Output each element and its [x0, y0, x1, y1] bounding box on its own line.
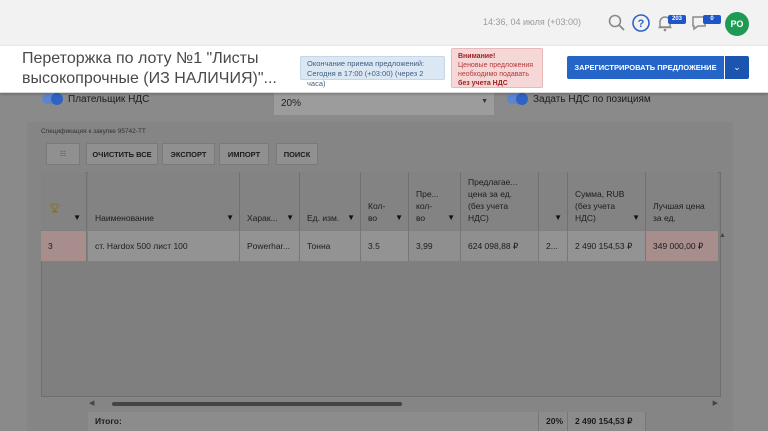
offered-price-label-line3: (без учета — [468, 201, 509, 211]
filter-icon[interactable]: ▼ — [286, 213, 294, 222]
vat-cell: 2... — [539, 231, 568, 261]
filter-icon[interactable]: ▼ — [226, 213, 234, 222]
unit-column-label: Ед. изм. — [307, 213, 340, 223]
columns-settings-button[interactable]: ☷ — [46, 143, 80, 165]
search-button[interactable]: ПОИСК — [276, 143, 318, 165]
total-label: Итого: — [88, 412, 539, 431]
register-offer-button[interactable]: ЗАРЕГИСТРИРОВАТЬ ПРЕДЛОЖЕНИЕ — [567, 56, 724, 79]
warning-line3: без учета НДС — [458, 80, 508, 87]
scrollbar-thumb[interactable] — [112, 402, 402, 406]
best-price-cell: 349 000,00 ₽ — [646, 231, 718, 261]
offered-price-cell[interactable]: 624 098,88 ₽ — [461, 231, 539, 261]
filter-icon[interactable]: ▼ — [632, 213, 640, 222]
offered-price-label-line1: Предлагае... — [468, 177, 518, 187]
register-offer-dropdown[interactable]: ⌄ — [725, 56, 749, 79]
help-icon[interactable]: ? — [631, 13, 651, 33]
offer-quantity-column-label: Пре... кол- во — [416, 188, 439, 224]
filter-icon[interactable]: ▼ — [73, 213, 81, 222]
scroll-up-arrow-icon[interactable]: ▲ — [719, 232, 726, 239]
quantity-label-line2: во — [368, 213, 378, 223]
characteristics-column-header[interactable]: Харак... ▼ — [240, 172, 300, 230]
total-vat: 20% — [539, 412, 568, 431]
chevron-down-icon: ⌄ — [733, 62, 741, 72]
vat-by-position-toggle[interactable] — [507, 93, 528, 105]
name-column-header[interactable]: Наименование ▼ — [88, 172, 240, 230]
offered-price-label-line4: НДС) — [468, 213, 489, 223]
vat-payer-label: Плательщик НДС — [68, 94, 150, 105]
scroll-left-arrow-icon[interactable]: ◀ — [89, 399, 94, 407]
notifications-badge: 203 — [668, 15, 686, 24]
filter-icon[interactable]: ▼ — [554, 213, 562, 222]
filter-icon[interactable]: ▼ — [395, 213, 403, 222]
deadline-line1: Окончание приема предложений: — [307, 59, 425, 68]
vat-rate-select[interactable]: 20% ▼ — [274, 91, 494, 115]
rank-cell: 3 — [41, 231, 87, 261]
sum-label-line3: НДС) — [575, 213, 596, 223]
offer-quantity-column-header[interactable]: Пре... кол- во ▼ — [409, 172, 461, 230]
sum-column-header[interactable]: Сумма, RUB (без учета НДС) ▼ — [568, 172, 646, 230]
filter-icon[interactable]: ▼ — [447, 213, 455, 222]
best-price-column-header[interactable]: Лучшая цена за ед. — [646, 172, 718, 230]
offered-price-label-line2: цена за ед. — [468, 189, 513, 199]
best-price-label-line2: за ед. — [653, 213, 676, 223]
sum-column-label: Сумма, RUB (без учета НДС) — [575, 188, 624, 224]
offer-quantity-label-line1: Пре... — [416, 189, 439, 199]
vat-rate-value: 20% — [281, 98, 302, 109]
top-app-bar: 14:36, 04 июля (+03:00) ? 203 0 РО — [0, 0, 768, 46]
horizontal-scrollbar[interactable]: ◀ ▶ — [87, 399, 720, 409]
unit-column-header[interactable]: Ед. изм. ▼ — [300, 172, 361, 230]
current-datetime: 14:36, 04 июля (+03:00) — [483, 17, 582, 27]
rank-column-header[interactable]: 🏆︎ ▼ — [41, 172, 87, 230]
messages-badge: 0 — [703, 15, 721, 24]
warning-line1: Ценовые предложения — [458, 62, 534, 69]
vat-by-position-label: Задать НДС по позициям — [533, 94, 651, 105]
characteristics-cell: Powerhar... — [240, 231, 300, 261]
sum-cell: 2 490 154,53 ₽ — [568, 231, 646, 261]
offer-quantity-label-line2: кол- — [416, 201, 433, 211]
warning-title: Внимание! — [458, 53, 496, 60]
scroll-right-arrow-icon[interactable]: ▶ — [713, 399, 718, 407]
offered-price-column-label: Предлагае... цена за ед. (без учета НДС) — [468, 176, 517, 224]
chevron-down-icon: ▼ — [481, 98, 488, 105]
sum-label-line2: (без учета — [575, 201, 616, 211]
svg-text:?: ? — [638, 18, 645, 30]
best-price-column-label: Лучшая цена за ед. — [653, 200, 705, 224]
import-button[interactable]: ИМПОРТ — [219, 143, 269, 165]
trophy-icon: 🏆︎ — [49, 203, 61, 213]
page-title: Переторжка по лоту №1 "Листы высокопрочн… — [22, 50, 277, 87]
name-column-label: Наименование — [95, 213, 154, 223]
offer-quantity-label-line3: во — [416, 213, 426, 223]
warning-line2: необходимо подавать — [458, 71, 529, 78]
search-icon[interactable] — [607, 13, 627, 33]
columns-icon: ☷ — [59, 151, 67, 158]
filter-icon[interactable]: ▼ — [347, 213, 355, 222]
vat-payer-toggle[interactable] — [42, 93, 63, 105]
quantity-column-header[interactable]: Кол- во ▼ — [361, 172, 409, 230]
name-cell: ст. Hardox 500 лист 100 — [88, 231, 240, 261]
offered-price-column-header[interactable]: Предлагае... цена за ед. (без учета НДС) — [461, 172, 539, 230]
export-button[interactable]: ЭКСПОРТ — [162, 143, 215, 165]
offer-quantity-cell[interactable]: 3,99 — [409, 231, 461, 261]
characteristics-column-label: Харак... — [247, 213, 278, 223]
deadline-line2: Сегодня в 17:00 (+03:00) (через 2 часа) — [307, 69, 424, 88]
clear-all-button[interactable]: ОЧИСТИТЬ ВСЕ — [86, 143, 158, 165]
best-price-label-line1: Лучшая цена — [653, 201, 705, 211]
unit-cell: Тонна — [300, 231, 361, 261]
page-header: Переторжка по лоту №1 "Листы высокопрочн… — [0, 46, 768, 93]
deadline-info: Окончание приема предложений: Сегодня в … — [300, 56, 445, 88]
vat-warning: Внимание! Ценовые предложения необходимо… — [451, 48, 543, 88]
user-avatar[interactable]: РО — [725, 12, 749, 36]
quantity-label-line1: Кол- — [368, 201, 386, 211]
quantity-cell: 3.5 — [361, 231, 409, 261]
specification-label: Спецификация к закупке 95742-ТТ — [41, 128, 146, 135]
quantity-column-label: Кол- во — [368, 200, 385, 224]
vat-column-header[interactable]: ▼ — [539, 172, 568, 230]
total-sum: 2 490 154,53 ₽ — [568, 412, 646, 431]
sum-label-line1: Сумма, RUB — [575, 189, 625, 199]
